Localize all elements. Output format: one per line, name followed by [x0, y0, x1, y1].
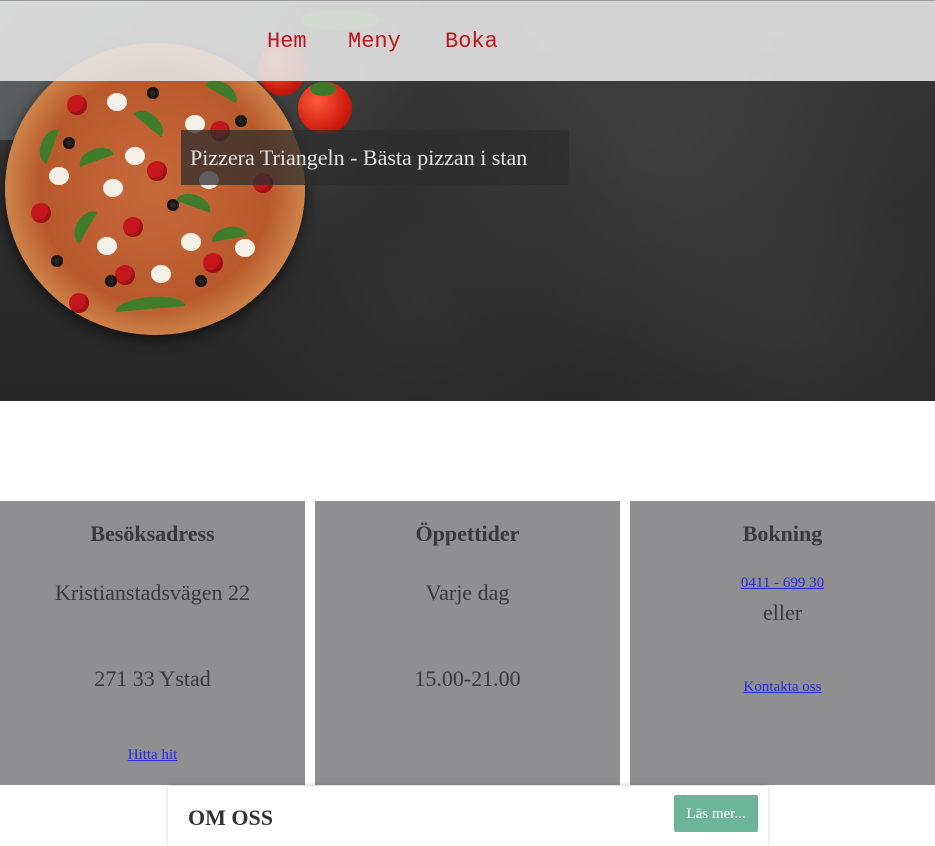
pizza-mozzarella: [103, 179, 123, 197]
address-city: 271 33 Ystad: [94, 666, 211, 691]
top-nav: Hem Meny Boka: [0, 0, 935, 81]
pizza-mozzarella: [151, 265, 171, 283]
nav-link-meny[interactable]: Meny: [348, 29, 401, 54]
about-heading: OM OSS: [188, 805, 273, 830]
address-street: Kristianstadsvägen 22: [55, 580, 250, 605]
pizza-mozzarella: [181, 233, 201, 251]
pizza-olive: [63, 137, 75, 149]
pizza-tomato: [31, 203, 51, 223]
pizza-olive: [195, 275, 207, 287]
pizza-tomato: [69, 293, 89, 313]
pizza-olive: [51, 255, 63, 267]
hours-card: Öppettider Varje dag 15.00-21.00: [315, 501, 620, 785]
card-heading: Besöksadress: [90, 521, 215, 546]
pizza-mozzarella: [49, 167, 69, 185]
card-heading: Bokning: [742, 521, 823, 546]
card-heading: Öppettider: [415, 521, 520, 546]
pizza-arugula: [176, 189, 214, 213]
pizza-image: [5, 43, 305, 335]
pizza-tomato: [147, 161, 167, 181]
pizza-arugula: [133, 104, 169, 138]
pizza-arugula: [35, 126, 59, 164]
contact-link[interactable]: Kontakta oss: [630, 679, 935, 696]
hours-time: 15.00-21.00: [414, 666, 521, 691]
pizza-arugula: [76, 143, 114, 167]
pizza-arugula: [68, 206, 98, 244]
nav-link-boka[interactable]: Boka: [445, 29, 498, 54]
booking-card: Bokning 0411 - 699 30 eller Kontakta oss: [630, 501, 935, 785]
pizza-tomato: [67, 95, 87, 115]
hero-title-box: Pizzera Triangeln - Bästa pizzan i stan: [181, 130, 569, 185]
pizza-olive: [147, 87, 159, 99]
pizza-tomato: [123, 217, 143, 237]
pizza-tomato: [115, 265, 135, 285]
nav-link-hem[interactable]: Hem: [267, 29, 307, 54]
pizza-mozzarella: [235, 239, 255, 257]
pizza-mozzarella: [97, 237, 117, 255]
pizza-arugula: [114, 293, 186, 313]
pizza-tomato: [203, 253, 223, 273]
directions-link[interactable]: Hitta hit: [0, 747, 305, 764]
pizza-mozzarella: [125, 147, 145, 165]
hero-title: Pizzera Triangeln - Bästa pizzan i stan: [190, 145, 528, 170]
pizza-olive: [235, 115, 247, 127]
address-card: Besöksadress Kristianstadsvägen 22 271 3…: [0, 501, 305, 785]
hours-days: Varje dag: [425, 580, 510, 605]
pizza-mozzarella: [107, 93, 127, 111]
pizza-olive: [105, 275, 117, 287]
about-section: OM OSS Läs mer...: [168, 786, 768, 846]
booking-or-text: eller: [762, 600, 803, 625]
phone-link[interactable]: 0411 - 699 30: [630, 575, 935, 592]
tomato-stem: [310, 82, 336, 96]
read-more-button[interactable]: Läs mer...: [674, 795, 758, 832]
